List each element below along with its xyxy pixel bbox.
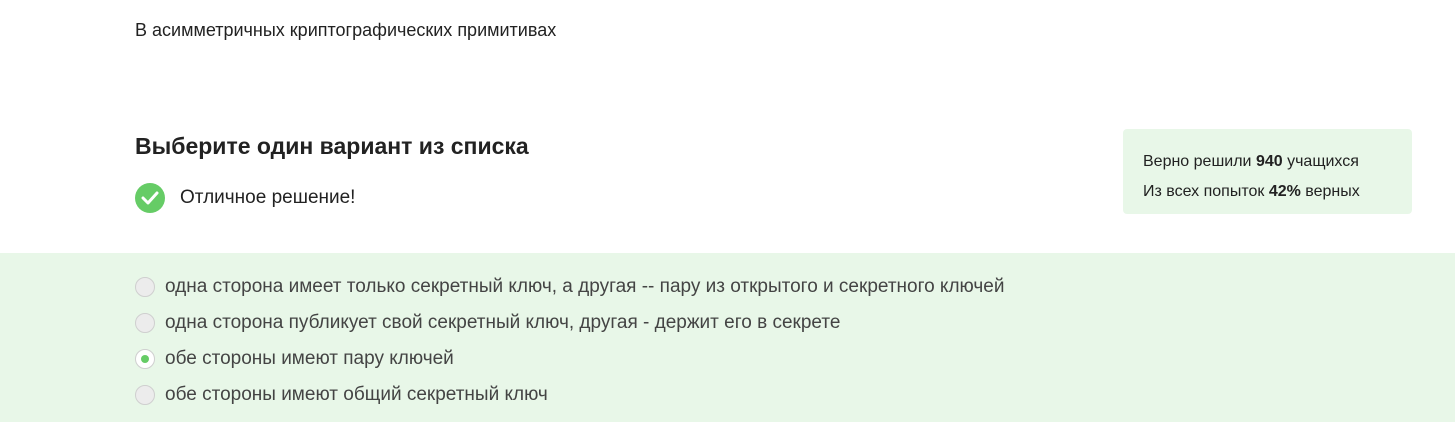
solved-suffix: учащихся	[1282, 153, 1359, 170]
radio-button[interactable]	[135, 277, 155, 297]
radio-button[interactable]	[135, 349, 155, 369]
task-heading: Выберите один вариант из списка	[135, 133, 529, 159]
option-label: обе стороны имеют пару ключей	[165, 348, 454, 369]
solved-count: 940	[1255, 153, 1283, 170]
feedback-text: Отличное решение!	[180, 187, 356, 208]
attempts-percent: 42%	[1268, 183, 1301, 200]
option-label: одна сторона имеет только секретный ключ…	[165, 276, 1005, 297]
option-label: одна сторона публикует свой секретный кл…	[165, 312, 841, 333]
option-item[interactable]: одна сторона публикует свой секретный кл…	[135, 312, 840, 334]
attempts-suffix: верных	[1300, 183, 1360, 200]
check-circle-icon	[135, 183, 165, 213]
quiz-step: В асимметричных криптографических примит…	[0, 0, 1455, 422]
options-list: одна сторона имеет только секретный ключ…	[0, 253, 1455, 422]
solved-stat: Верно решили 940 учащихся	[1143, 147, 1412, 177]
attempts-prefix: Из всех попыток	[1143, 183, 1269, 200]
option-item[interactable]: одна сторона имеет только секретный ключ…	[135, 276, 1004, 298]
solved-prefix: Верно решили	[1143, 153, 1256, 170]
option-item[interactable]: обе стороны имеют общий секретный ключ	[135, 384, 548, 406]
stats-box: Верно решили 940 учащихся Из всех попыто…	[1123, 129, 1412, 214]
option-item[interactable]: обе стороны имеют пару ключей	[135, 348, 454, 370]
radio-button[interactable]	[135, 313, 155, 333]
feedback-message: Отличное решение!	[135, 183, 355, 213]
radio-button[interactable]	[135, 385, 155, 405]
attempts-stat: Из всех попыток 42% верных	[1143, 177, 1412, 207]
question-text: В асимметричных криптографических примит…	[135, 20, 557, 40]
option-label: обе стороны имеют общий секретный ключ	[165, 384, 548, 405]
